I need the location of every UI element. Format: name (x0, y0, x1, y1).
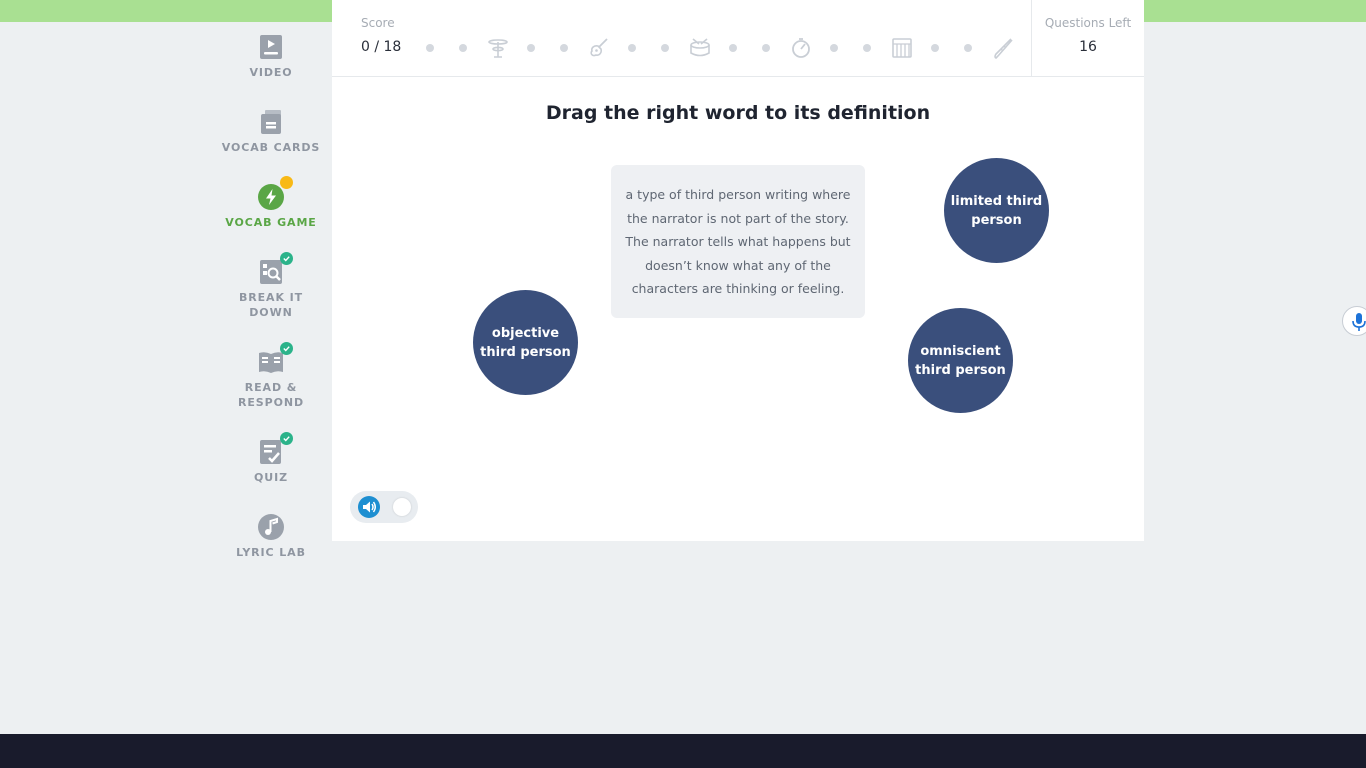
keyboard-icon (890, 36, 914, 60)
sound-toggle[interactable] (350, 491, 418, 523)
score-bar: Score 0 / 18 Questions Left 16 (332, 0, 1144, 77)
open-book-icon (257, 342, 293, 376)
progress-dot (931, 44, 939, 52)
sidebar-item-label: VOCAB GAME (225, 216, 317, 229)
sidebar-item-label: VOCAB CARDS (221, 141, 321, 154)
game-card: Score 0 / 18 Questions Left 16 Drag the … (332, 0, 1144, 541)
progress-dot (459, 44, 467, 52)
progress-dot (560, 44, 568, 52)
definition-drop-target[interactable]: a type of third person writing where the… (611, 165, 865, 318)
completed-check-icon (280, 252, 293, 265)
speaker-icon (357, 495, 381, 519)
sidebar-item-read-respond[interactable]: READ & RESPOND (221, 342, 321, 410)
sidebar-item-label: BREAK IT DOWN (238, 291, 304, 319)
sidebar-item-lyric-lab[interactable]: LYRIC LAB (221, 513, 321, 560)
quiz-icon (257, 432, 293, 466)
vocab-cards-icon (257, 108, 285, 136)
progress-dot (527, 44, 535, 52)
toggle-knob (393, 498, 411, 516)
sidebar-item-video[interactable]: VIDEO (221, 33, 321, 80)
drum-icon (688, 36, 712, 60)
questions-left-value: 16 (1079, 39, 1097, 55)
word-choice-objective-third-person[interactable]: objective third person (473, 290, 578, 395)
lightning-icon (257, 176, 293, 211)
progress-dot (762, 44, 770, 52)
microphone-icon (1352, 313, 1366, 331)
bottom-band (0, 734, 1366, 768)
music-note-icon (257, 513, 285, 541)
questions-left-label: Questions Left (1044, 16, 1132, 30)
saxophone-icon (990, 36, 1014, 60)
video-icon (257, 33, 285, 61)
drum-cymbal-icon (486, 36, 510, 60)
word-choice-limited-third-person[interactable]: limited third person (944, 158, 1049, 263)
microphone-button[interactable] (1342, 306, 1366, 336)
sidebar-item-label: VIDEO (249, 66, 293, 79)
progress-dot (964, 44, 972, 52)
progress-dot (426, 44, 434, 52)
sidebar-item-vocab-cards[interactable]: VOCAB CARDS (221, 108, 321, 155)
sidebar-item-label: QUIZ (254, 471, 288, 484)
progress-dot (830, 44, 838, 52)
score-divider (1031, 0, 1032, 76)
sidebar-item-label: LYRIC LAB (236, 546, 306, 559)
timer-icon (789, 36, 813, 60)
game-title: Drag the right word to its definition (545, 102, 931, 124)
completed-check-icon (280, 432, 293, 445)
completed-check-icon (280, 342, 293, 355)
sidebar-item-vocab-game[interactable]: VOCAB GAME (221, 176, 321, 230)
score-value: 0 / 18 (361, 39, 402, 55)
sidebar-item-label: READ & RESPOND (238, 381, 304, 409)
progress-dot (863, 44, 871, 52)
sidebar-item-break-it-down[interactable]: BREAK IT DOWN (221, 252, 321, 320)
progress-dot (661, 44, 669, 52)
sidebar-item-quiz[interactable]: QUIZ (221, 432, 321, 485)
progress-track (422, 33, 1022, 63)
score-label: Score (361, 16, 395, 30)
guitar-icon (587, 36, 611, 60)
progress-dot (729, 44, 737, 52)
progress-dot (628, 44, 636, 52)
notification-dot (280, 176, 293, 189)
word-choice-omniscient-third-person[interactable]: omniscient third person (908, 308, 1013, 413)
magnify-grid-icon (257, 252, 293, 286)
